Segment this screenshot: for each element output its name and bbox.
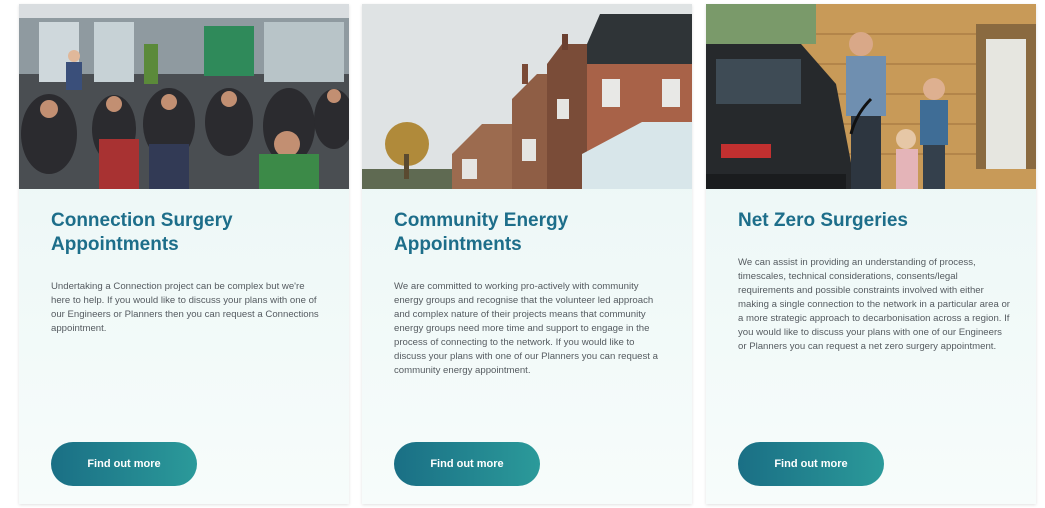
card-connection-surgery: Connection Surgery Appointments Undertak…	[19, 4, 349, 504]
card-description: We can assist in providing an understand…	[738, 257, 1010, 352]
appointment-cards: Connection Surgery Appointments Undertak…	[0, 0, 1045, 508]
card-description: Undertaking a Connection project can be …	[51, 281, 319, 334]
conference-audience-image	[19, 4, 349, 189]
terraced-houses-image	[362, 4, 692, 189]
card-description: We are committed to working pro-actively…	[394, 281, 658, 376]
find-out-more-button[interactable]: Find out more	[394, 442, 540, 486]
find-out-more-button[interactable]: Find out more	[738, 442, 884, 486]
card-title: Community Energy Appointments	[394, 210, 569, 255]
card-community-energy: Community Energy Appointments We are com…	[362, 4, 692, 504]
card-title: Net Zero Surgeries	[738, 210, 908, 231]
card-title: Connection Surgery Appointments	[51, 210, 233, 255]
card-net-zero-surgeries: Net Zero Surgeries We can assist in prov…	[706, 4, 1036, 504]
ev-charging-family-image	[706, 4, 1036, 189]
find-out-more-button[interactable]: Find out more	[51, 442, 197, 486]
